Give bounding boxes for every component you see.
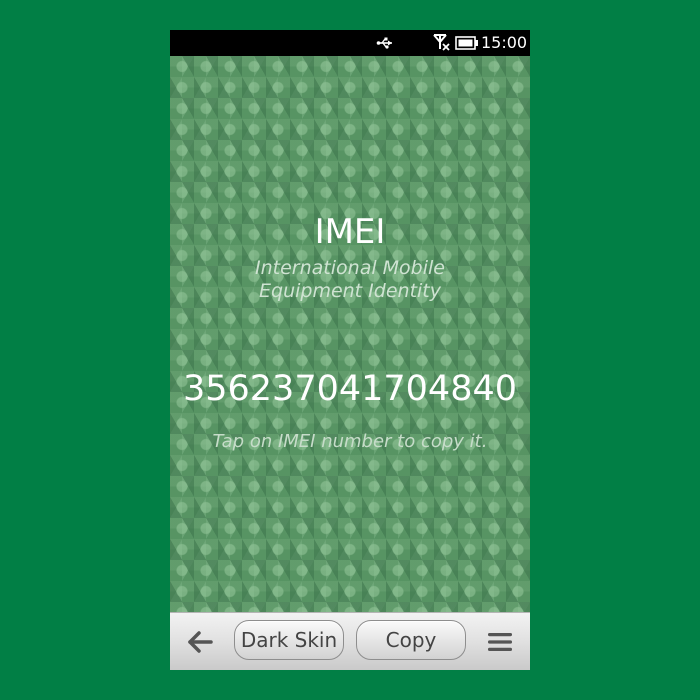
imei-number[interactable]: 356237041704840 [170, 368, 530, 410]
phone-screen: 15:00 IMEI International Mobile Equipmen… [170, 30, 530, 670]
copy-hint: Tap on IMEI number to copy it. [212, 431, 488, 452]
imei-content-area: IMEI International Mobile Equipment Iden… [170, 56, 530, 612]
subtitle-line-1: International Mobile [255, 257, 445, 279]
back-button[interactable] [180, 623, 220, 661]
subtitle-line-2: Equipment Identity [259, 280, 441, 302]
menu-icon [488, 633, 512, 651]
status-bar: 15:00 [170, 30, 530, 56]
signal-off-icon [433, 34, 450, 51]
subtitle: International Mobile Equipment Identity [230, 257, 470, 303]
usb-icon [376, 37, 392, 49]
clock: 15:00 [481, 33, 528, 52]
battery-icon [455, 36, 478, 50]
bottom-toolbar: Dark Skin Copy [170, 612, 530, 670]
page-title: IMEI [314, 212, 386, 252]
back-arrow-icon [188, 631, 213, 653]
copy-button[interactable]: Copy [356, 620, 466, 660]
dark-skin-button[interactable]: Dark Skin [234, 620, 344, 660]
menu-button[interactable] [480, 623, 520, 661]
